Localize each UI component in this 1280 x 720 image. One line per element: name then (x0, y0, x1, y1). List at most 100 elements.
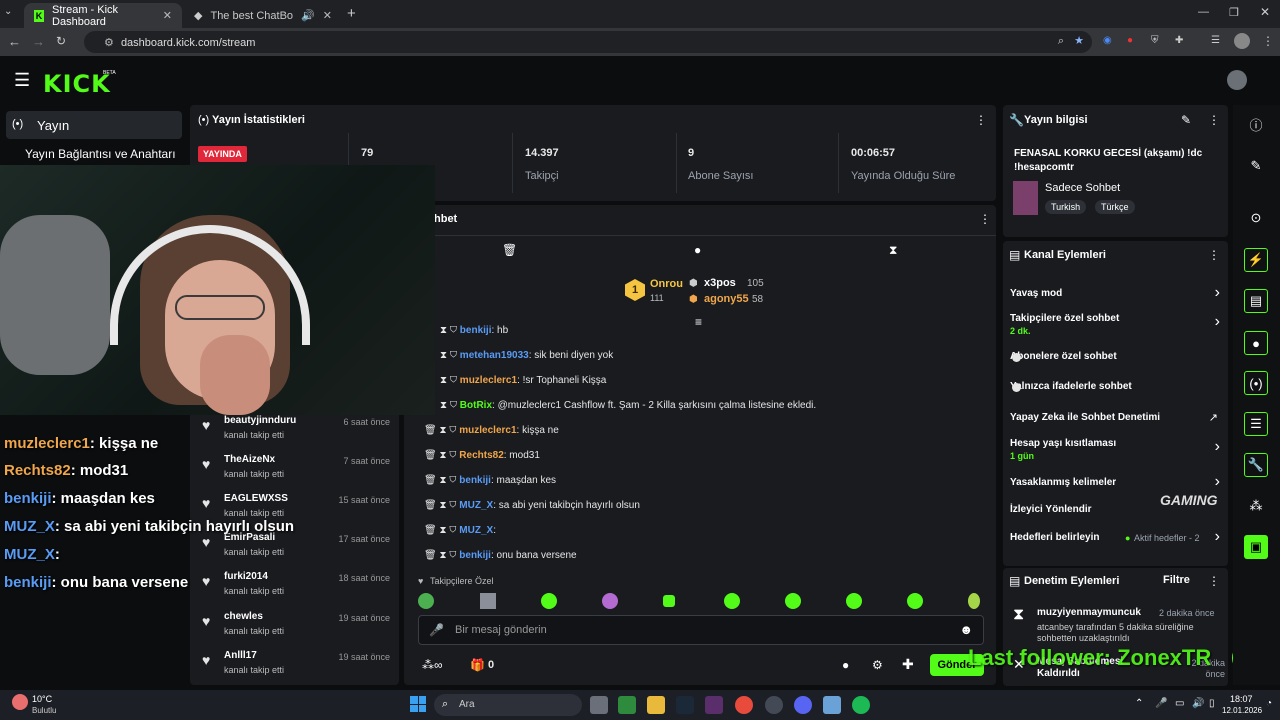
xbox-app-icon[interactable] (618, 696, 636, 714)
wrench-icon[interactable]: 🔧 (1244, 453, 1268, 477)
shield-icon[interactable]: ⛉ (450, 375, 457, 386)
more-options-icon[interactable]: ⋮ (975, 113, 987, 127)
forward-icon[interactable]: → (32, 34, 45, 49)
app-icon[interactable] (823, 696, 841, 714)
profile-avatar[interactable] (1234, 33, 1250, 49)
shield-icon[interactable]: ⛉ (450, 325, 457, 336)
spotify-icon[interactable] (852, 696, 870, 714)
channel-action-raid[interactable]: İzleyici Yönlendir (1010, 503, 1160, 519)
microphone-icon[interactable]: 🎤 (1155, 698, 1167, 709)
volume-icon[interactable]: 🔊 (1192, 698, 1204, 709)
hourglass-icon[interactable]: ⧗ (440, 375, 447, 386)
browser-menu-icon[interactable]: ⋮ (1262, 34, 1274, 48)
settings-gear-icon[interactable]: ⚙ (872, 658, 883, 672)
hourglass-icon[interactable]: ⧗ (440, 350, 447, 361)
battery-icon[interactable]: ▯ (1209, 698, 1215, 709)
hourglass-icon[interactable]: ⧗ (440, 325, 447, 336)
window-close-icon[interactable]: ✕ (1260, 5, 1270, 19)
notification-bell-icon[interactable]: ◔ (1266, 698, 1272, 709)
info-icon[interactable]: ⓘ (1244, 112, 1268, 136)
emoji-icon[interactable]: ☻ (959, 622, 973, 637)
broadcast-icon[interactable]: (•) (1244, 371, 1268, 395)
trash-icon[interactable]: 🗑 (424, 500, 437, 511)
emote-icon[interactable] (663, 595, 675, 607)
more-options-icon[interactable]: ⋮ (979, 212, 991, 226)
shield-icon[interactable]: ⛉ (449, 550, 456, 561)
site-info-icon[interactable]: ⚙ (104, 37, 114, 49)
hourglass-icon[interactable]: ⧗ (889, 243, 897, 258)
emote-icon[interactable] (785, 593, 801, 609)
shield-icon[interactable]: ⛉ (449, 525, 456, 536)
chat-icon[interactable]: ● (1244, 331, 1268, 355)
kick-logo[interactable]: KICK (43, 70, 111, 98)
category-thumbnail[interactable] (1013, 181, 1038, 215)
channel-action-goals[interactable]: Hedefleri belirleyin ● Aktif hedefler - … (1010, 528, 1222, 547)
discord-icon[interactable] (794, 696, 812, 714)
steam-icon[interactable] (676, 696, 694, 714)
edit-pencil-icon[interactable]: ✎ (1244, 154, 1268, 178)
hourglass-icon[interactable]: ⧗ (439, 525, 446, 536)
app-icon[interactable] (705, 696, 723, 714)
hourglass-icon[interactable]: ⧗ (439, 550, 446, 561)
chat-bubble-icon[interactable]: ● (694, 243, 701, 257)
chat-bubble-icon[interactable]: ● (842, 658, 849, 672)
emote-icon[interactable] (968, 593, 980, 609)
reload-icon[interactable]: ↻ (56, 34, 66, 48)
task-view-icon[interactable] (590, 696, 608, 714)
document-icon[interactable]: ▤ (1244, 289, 1268, 313)
clock-date[interactable]: 12.01.2026 (1222, 706, 1262, 715)
channel-action-ai-moderation[interactable]: Yapay Zeka ile Sohbet Denetimi ↗ (1010, 411, 1222, 427)
hourglass-icon[interactable]: ⧗ (439, 475, 446, 486)
chat-username[interactable]: MUZ_X (459, 525, 493, 536)
user-avatar[interactable] (1227, 70, 1247, 90)
collapse-list-icon[interactable]: ≡ (695, 315, 702, 329)
hourglass-icon[interactable]: ⧗ (440, 400, 447, 411)
lightning-icon[interactable]: ⚡ (1244, 248, 1268, 272)
chat-username[interactable]: benkiji (459, 475, 491, 486)
hourglass-icon[interactable]: ⧗ (439, 500, 446, 511)
extension-icon[interactable]: ● (1127, 35, 1133, 46)
gift-icon[interactable]: 🎁 (470, 658, 485, 672)
emote-icon[interactable] (480, 593, 496, 609)
shield-icon[interactable]: ⛉ (449, 425, 456, 436)
category-name[interactable]: Sadece Sohbet (1045, 182, 1120, 194)
chrome-icon[interactable] (735, 696, 753, 714)
address-field[interactable]: ⚙ dashboard.kick.com/stream ⌕ ★ (84, 31, 1092, 53)
edit-pencil-icon[interactable]: ✎ (1181, 113, 1191, 127)
clock-time[interactable]: 18:07 (1230, 694, 1253, 704)
chat-input[interactable]: 🎤 Bir mesaj gönderin ☻ (418, 615, 984, 645)
microphone-icon[interactable]: 🎤 (429, 623, 444, 637)
tray-chevron-icon[interactable]: ⌃ (1135, 698, 1143, 709)
minimize-icon[interactable]: — (1198, 6, 1209, 18)
chat-username[interactable]: benkiji (459, 550, 491, 561)
reading-list-icon[interactable]: ☰ (1211, 35, 1220, 46)
obs-icon[interactable] (765, 696, 783, 714)
hamburger-menu-icon[interactable]: ☰ (14, 70, 30, 91)
chat-username[interactable]: metehan19033 (460, 350, 529, 361)
dots-icon[interactable]: ⁂ (1244, 494, 1268, 518)
bookmark-star-icon[interactable]: ★ (1074, 34, 1084, 47)
target-icon[interactable]: ⊙ (1244, 206, 1268, 230)
file-explorer-icon[interactable] (647, 696, 665, 714)
tag-chip[interactable]: Türkçe (1095, 200, 1135, 214)
close-icon[interactable]: ✕ (163, 9, 172, 22)
trash-icon[interactable]: 🗑 (424, 425, 437, 436)
add-widget-icon[interactable]: ▣ (1244, 535, 1268, 559)
tab-list-chevron-icon[interactable]: ⌄ (4, 6, 12, 17)
chat-username[interactable]: Rechts82 (459, 450, 503, 461)
extension-icon[interactable]: ⛨ (1151, 35, 1159, 46)
close-icon[interactable]: ✕ (323, 9, 332, 22)
shield-icon[interactable]: ⛉ (449, 500, 456, 511)
network-icon[interactable]: ▭ (1175, 698, 1184, 709)
shield-icon[interactable]: ⛉ (449, 475, 456, 486)
weather-icon[interactable] (12, 694, 28, 710)
zoom-icon[interactable]: ⌕ (1058, 35, 1064, 48)
back-icon[interactable]: ← (8, 34, 21, 49)
chat-username[interactable]: benkiji (460, 325, 492, 336)
channel-action-account-age[interactable]: Hesap yaşı kısıtlaması 1 gün › (1010, 438, 1222, 464)
hourglass-icon[interactable]: ⧗ (439, 425, 446, 436)
trash-icon[interactable]: 🗑 (424, 475, 437, 486)
emote-icon[interactable] (541, 593, 557, 609)
channel-action-slow-mode[interactable]: Yavaş mod › (1010, 284, 1222, 304)
trash-icon[interactable]: 🗑 (502, 243, 517, 257)
